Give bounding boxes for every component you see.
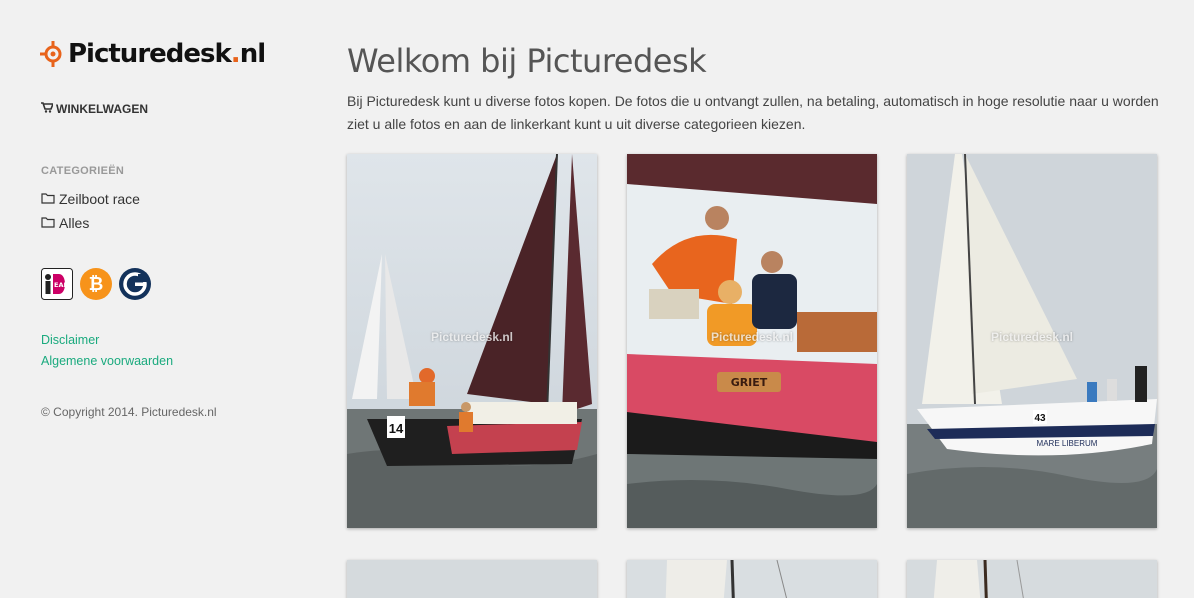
photo-card[interactable]: MARE LIBERUM 43 Picturedesk.nl: [907, 154, 1157, 528]
svg-text:GRIET: GRIET: [731, 376, 768, 389]
folder-icon: [41, 215, 55, 231]
categories-heading: CATEGORIEËN: [41, 165, 125, 177]
sailboat-photo: [907, 560, 1157, 598]
svg-text:EAL: EAL: [54, 281, 68, 289]
sailboat-photo: [627, 560, 877, 598]
svg-text:43: 43: [1034, 413, 1046, 424]
payment-methods: EAL ₿: [41, 268, 151, 305]
cart-label: WINKELWAGEN: [56, 102, 148, 116]
svg-text:MARE LIBERUM: MARE LIBERUM: [1037, 439, 1098, 448]
crosshair-logo-icon: [40, 41, 66, 67]
photo-card[interactable]: 14 Picturedesk.nl: [347, 154, 597, 528]
cart-link[interactable]: WINKELWAGEN: [41, 102, 148, 116]
folder-icon: [41, 191, 55, 207]
bitcoin-icon: ₿: [80, 268, 112, 305]
sidebar: Picturedesk.nl WINKELWAGEN CATEGORIEËN Z…: [0, 0, 320, 598]
intro-line: Bij Picturedesk kunt u diverse fotos kop…: [347, 93, 1159, 109]
svg-text:14: 14: [389, 421, 404, 436]
terms-link[interactable]: Algemene voorwaarden: [41, 354, 173, 368]
shopping-cart-icon: [41, 102, 55, 116]
watermark: Picturedesk.nl: [990, 330, 1074, 344]
category-label: Alles: [59, 215, 90, 231]
gocoin-icon: [119, 268, 151, 305]
category-item-zeilboot-race[interactable]: Zeilboot race: [41, 191, 140, 207]
photo-card[interactable]: [347, 560, 597, 598]
page-title: Welkom bij Picturedesk: [347, 42, 707, 80]
category-label: Zeilboot race: [59, 191, 140, 207]
category-item-alles[interactable]: Alles: [41, 215, 89, 231]
site-logo[interactable]: Picturedesk.nl: [40, 39, 266, 69]
copyright-text: © Copyright 2014. Picturedesk.nl: [41, 405, 217, 419]
watermark: Picturedesk.nl: [430, 330, 514, 344]
photo-card[interactable]: [907, 560, 1157, 598]
sailboat-photo: [347, 560, 597, 598]
ideal-icon: EAL: [41, 268, 73, 305]
intro-line: ziet u alle fotos en aan de linkerkant k…: [347, 116, 806, 132]
watermark: Picturedesk.nl: [710, 330, 794, 344]
photo-card[interactable]: [627, 560, 877, 598]
disclaimer-link[interactable]: Disclaimer: [41, 333, 99, 347]
intro-text: Bij Picturedesk kunt u diverse fotos kop…: [347, 90, 1194, 136]
svg-text:₿: ₿: [89, 274, 104, 295]
photo-card[interactable]: GRIET Picturedesk.nl: [627, 154, 877, 528]
logo-text: Picturedesk.nl: [68, 39, 266, 69]
